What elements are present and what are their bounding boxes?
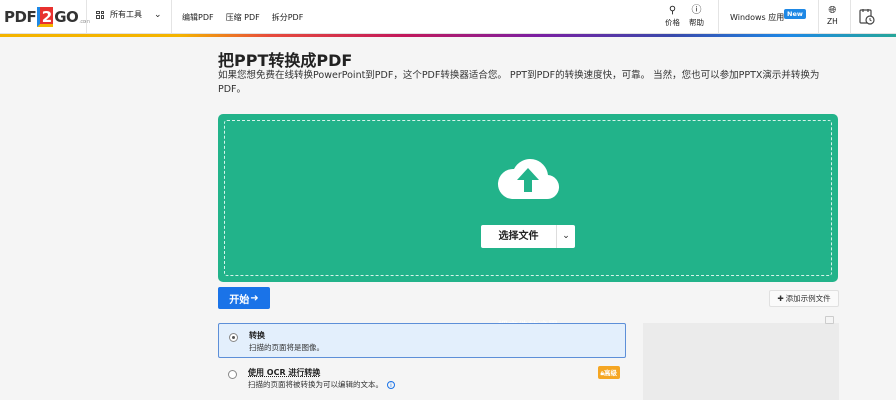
nav-split-pdf[interactable]: 拆分PDF xyxy=(272,12,304,23)
divider xyxy=(86,0,87,34)
language-label: ZH xyxy=(827,17,838,26)
divider xyxy=(850,0,851,34)
plus-icon: ✚ xyxy=(777,294,784,303)
pricing-label: 价格 xyxy=(665,18,680,27)
grid-icon xyxy=(96,10,104,19)
option-subtitle: 扫描的页面将是图像。 xyxy=(249,343,324,352)
option-subtitle-wrap: 扫描的页面将被转换为可以编辑的文本。 i xyxy=(248,379,395,390)
tag-icon: ⚲ xyxy=(668,5,677,16)
option-title: 使用 OCR 进行转换 xyxy=(248,368,321,377)
page-title: 把PPT转换成PDF xyxy=(218,51,353,70)
start-button[interactable]: 开始 ➜ xyxy=(218,287,270,309)
divider xyxy=(718,0,719,34)
all-tools-label: 所有工具 xyxy=(110,10,142,19)
all-tools-menu[interactable]: 所有工具 ⌄ xyxy=(96,9,162,20)
choose-file-label: 选择文件 xyxy=(481,225,557,248)
pricing-link[interactable]: ⚲ 价格 xyxy=(665,5,680,28)
nav-compress-pdf[interactable]: 压缩 PDF xyxy=(226,12,260,23)
add-sample-label: 添加示例文件 xyxy=(785,294,831,303)
logo[interactable]: PDF 2 GO .com xyxy=(4,6,90,28)
logo-text-pdf: PDF xyxy=(4,8,37,26)
help-icon: ⓘ xyxy=(691,5,702,16)
copy-icon[interactable] xyxy=(825,316,834,324)
new-badge: New xyxy=(784,9,806,19)
option-convert[interactable]: 转换 扫描的页面将是图像。 xyxy=(218,323,626,358)
premium-badge-label: 高级 xyxy=(604,369,617,377)
option-ocr[interactable]: 使用 OCR 进行转换 扫描的页面将被转换为可以编辑的文本。 i 🔒︎高级 xyxy=(218,361,626,397)
option-subtitle: 扫描的页面将被转换为可以编辑的文本。 xyxy=(248,380,383,389)
accent-stripe xyxy=(0,34,896,37)
radio-ocr[interactable] xyxy=(228,370,237,379)
info-icon[interactable]: i xyxy=(387,381,395,389)
logo-text-go: GO xyxy=(54,8,79,26)
cloud-upload-icon xyxy=(497,159,560,200)
help-label: 帮助 xyxy=(689,18,704,27)
start-button-label: 开始 xyxy=(229,294,250,306)
chevron-down-icon[interactable]: ⌄ xyxy=(557,225,575,248)
history-icon xyxy=(859,9,875,25)
option-title: 转换 xyxy=(249,331,265,340)
help-link[interactable]: ⓘ 帮助 xyxy=(689,5,704,28)
page-description: 如果您想免费在线转换PowerPoint到PDF，这个PDF转换器适合您。 PP… xyxy=(218,70,820,95)
history-button[interactable] xyxy=(859,8,875,29)
globe-icon: 🌐︎ xyxy=(828,5,837,16)
logo-suffix: .com xyxy=(79,19,90,25)
arrow-right-icon: ➜ xyxy=(250,292,259,304)
logo-two: 2 xyxy=(37,7,54,27)
windows-app-link[interactable]: Windows 应用 xyxy=(730,12,784,23)
premium-badge: 🔒︎高级 xyxy=(597,366,620,379)
divider xyxy=(818,0,819,34)
language-selector[interactable]: 🌐︎ ZH xyxy=(827,5,838,26)
side-panel xyxy=(643,323,839,400)
chevron-down-icon: ⌄ xyxy=(154,9,162,20)
choose-file-button[interactable]: 选择文件 ⌄ xyxy=(481,225,575,248)
divider xyxy=(171,0,172,34)
add-sample-file-button[interactable]: ✚ 添加示例文件 xyxy=(769,290,839,307)
quick-nav: 编辑PDF 压缩 PDF 拆分PDF xyxy=(182,12,303,23)
nav-edit-pdf[interactable]: 编辑PDF xyxy=(182,12,214,23)
top-header: PDF 2 GO .com 所有工具 ⌄ 编辑PDF 压缩 PDF 拆分PDF ⚲ 价… xyxy=(0,0,896,34)
radio-convert[interactable] xyxy=(229,333,238,342)
